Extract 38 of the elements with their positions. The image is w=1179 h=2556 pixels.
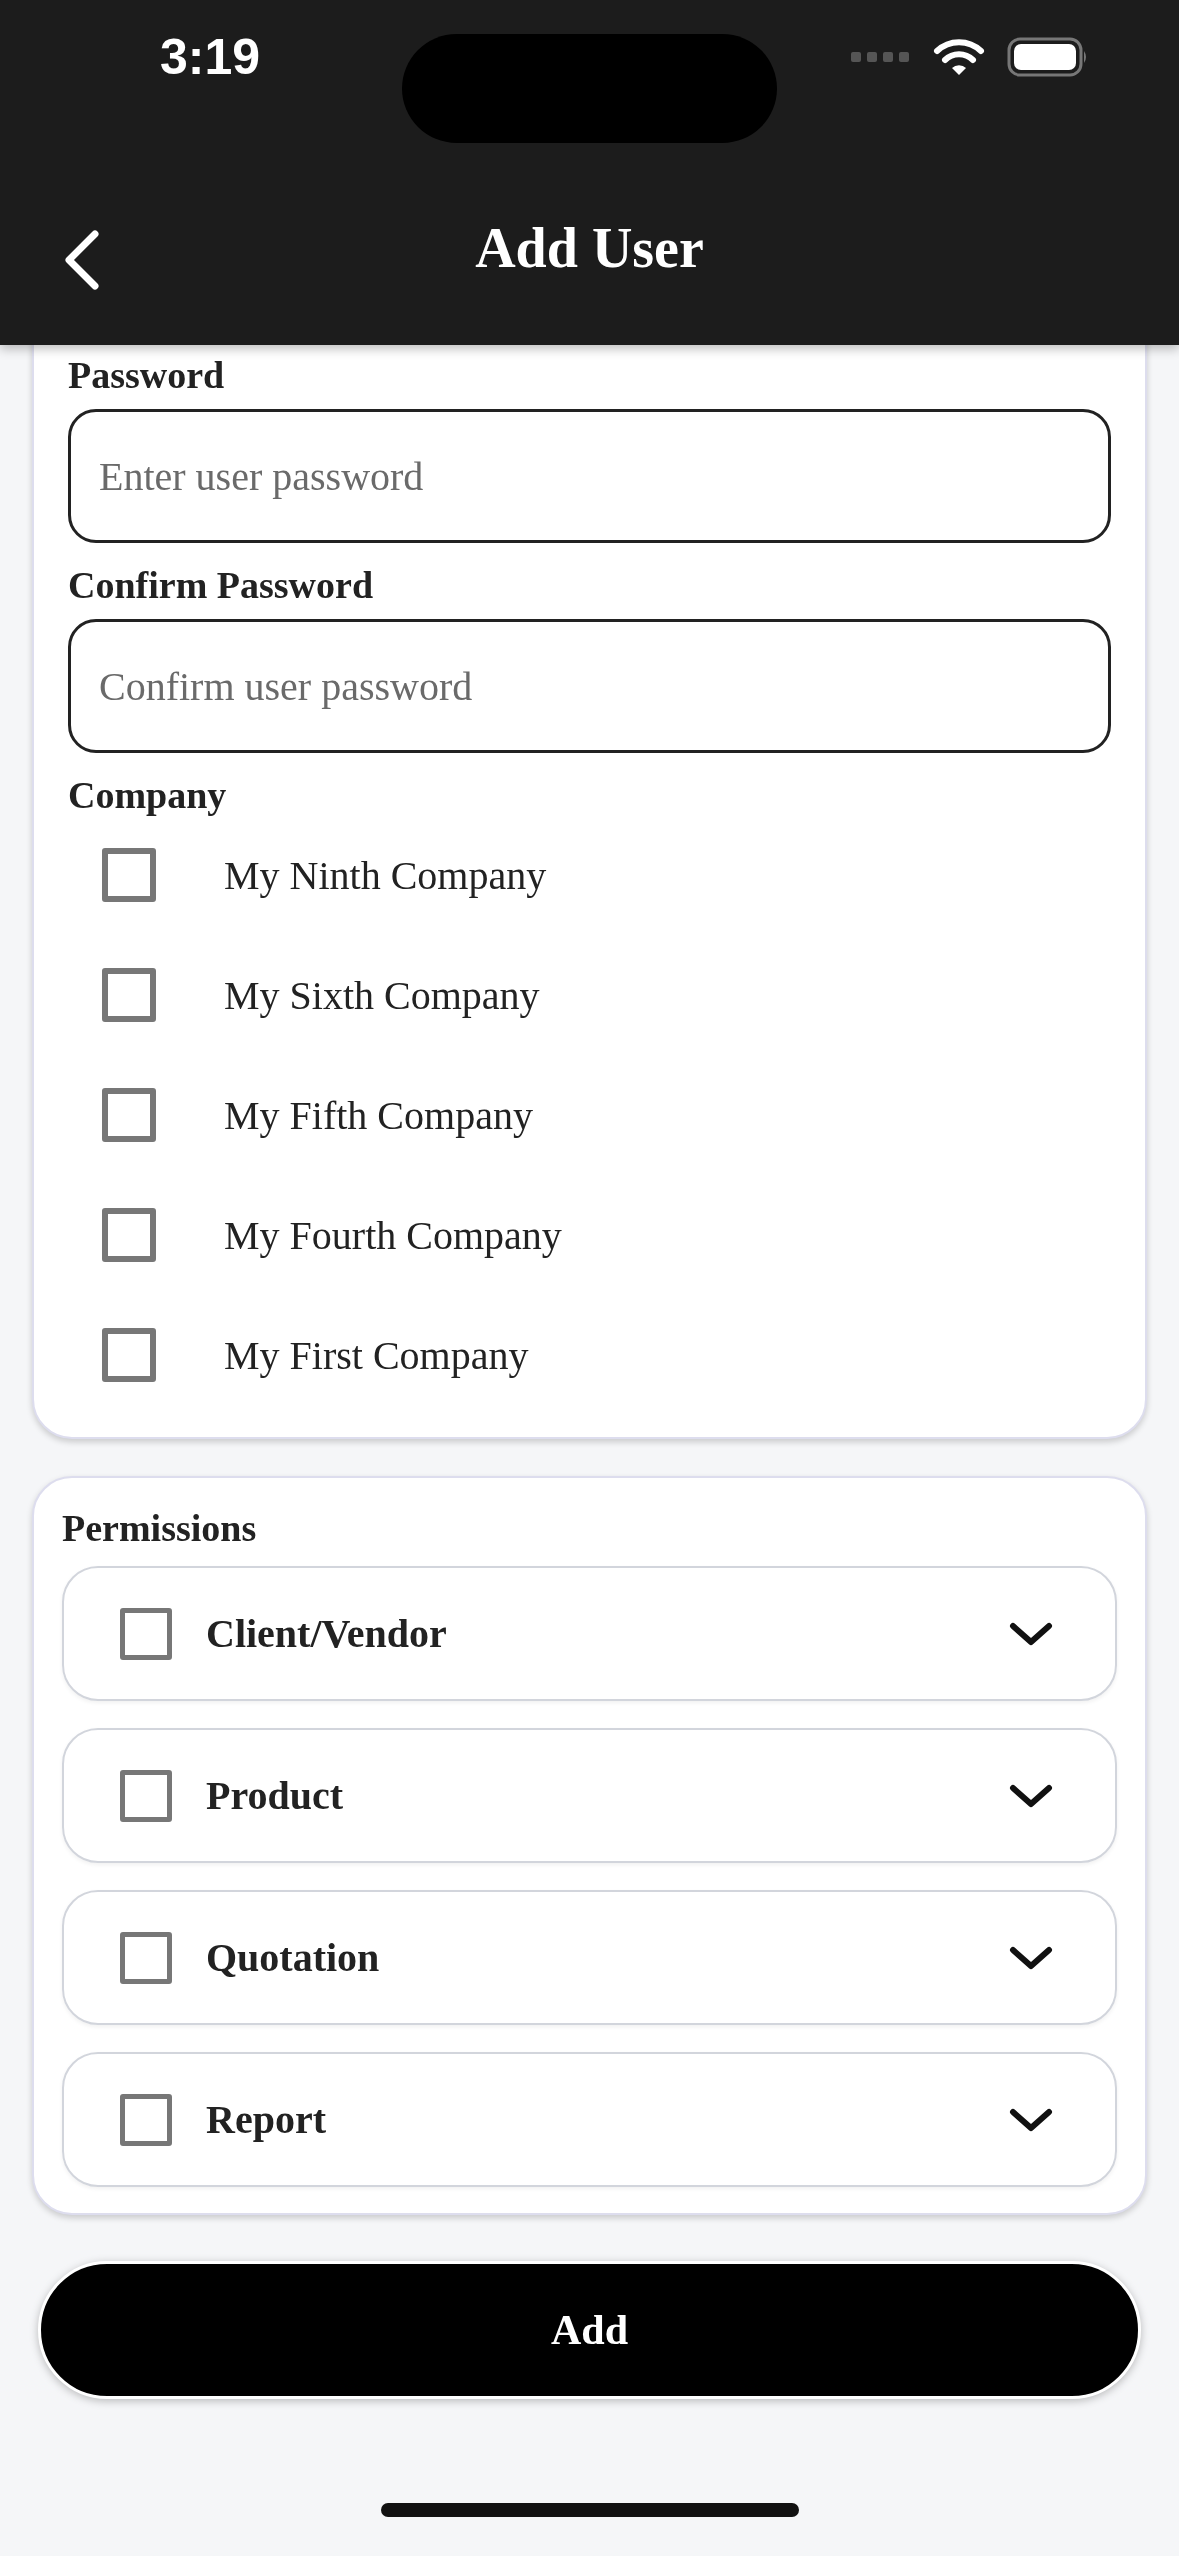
permission-name: Quotation — [206, 1934, 380, 1981]
checkbox[interactable] — [102, 1208, 156, 1262]
checkbox[interactable] — [120, 1769, 172, 1822]
chevron-icon[interactable] — [1009, 2107, 1053, 2132]
section-label: Permissions — [62, 1506, 257, 1550]
input-field[interactable]: Enter user password — [68, 409, 1111, 543]
chevron-icon[interactable] — [1009, 1945, 1053, 1970]
permission-row[interactable]: Client/Vendor — [62, 1566, 1117, 1701]
permission-name: Product — [206, 1772, 344, 1819]
checkbox[interactable] — [102, 968, 156, 1022]
company-option[interactable]: My Fourth Company — [224, 1211, 562, 1259]
company-option[interactable]: My Sixth Company — [224, 971, 540, 1019]
wifi-icon — [933, 37, 985, 77]
checkbox[interactable] — [102, 1088, 156, 1142]
permission-row[interactable]: Quotation — [62, 1890, 1117, 2025]
company-option[interactable]: My Ninth Company — [224, 851, 547, 899]
status-time: 3:19 — [160, 28, 261, 86]
chevron-icon[interactable] — [1009, 1621, 1053, 1646]
checkbox[interactable] — [120, 2093, 172, 2146]
checkbox[interactable] — [120, 1931, 172, 1984]
permission-name: Report — [206, 2096, 326, 2143]
permission-name: Client/Vendor — [206, 1610, 447, 1657]
input-field[interactable]: Confirm user password — [68, 619, 1111, 753]
permission-row[interactable]: Report — [62, 2052, 1117, 2187]
screen-title: Add User — [475, 215, 704, 280]
chevron-icon[interactable] — [1009, 1783, 1053, 1808]
field-label: Password — [68, 353, 225, 397]
battery-icon — [1007, 37, 1089, 77]
cellular-signal-icon — [851, 50, 911, 64]
company-option[interactable]: My Fifth Company — [224, 1091, 533, 1139]
checkbox[interactable] — [102, 848, 156, 902]
back-icon[interactable] — [64, 230, 100, 290]
company-option[interactable]: My First Company — [224, 1331, 529, 1379]
permission-row[interactable]: Product — [62, 1728, 1117, 1863]
field-label: Confirm Password — [68, 563, 374, 607]
checkbox[interactable] — [120, 1607, 172, 1660]
checkbox[interactable] — [102, 1328, 156, 1382]
section-label: Company — [68, 773, 227, 817]
